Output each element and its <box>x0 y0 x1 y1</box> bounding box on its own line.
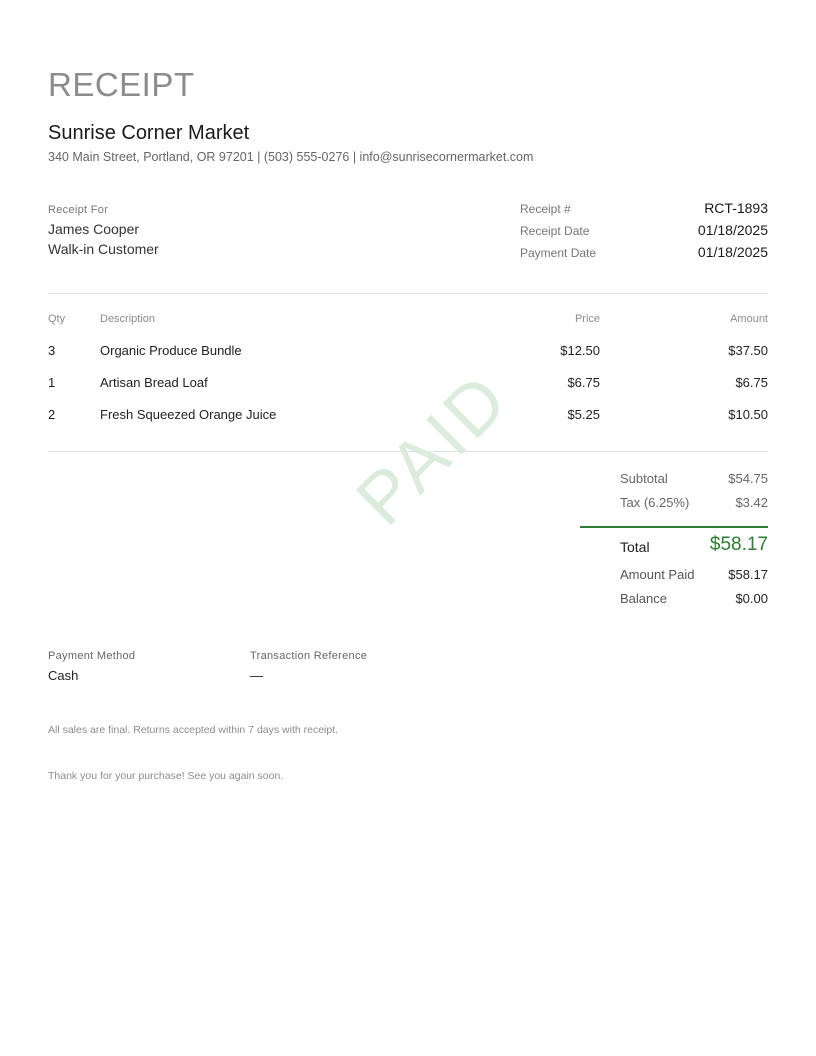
bill-to-label: Receipt For <box>48 204 109 216</box>
subtotal-row: Subtotal $54.75 <box>580 468 768 492</box>
meta-row-receipt-date: Receipt Date 01/18/2025 <box>520 222 768 244</box>
divider <box>48 293 768 294</box>
item-amount: $37.50 <box>728 343 768 358</box>
meta-row-payment-date: Payment Date 01/18/2025 <box>520 244 768 266</box>
header-price: Price <box>574 313 600 325</box>
transaction-reference-value: — <box>250 668 263 683</box>
item-amount: $10.50 <box>728 407 768 422</box>
total-label: Total <box>620 539 650 555</box>
item-qty: 2 <box>48 407 56 422</box>
meta-label: Receipt Date <box>520 224 590 238</box>
subtotal-value: $54.75 <box>728 471 768 486</box>
customer-name: James Cooper <box>48 221 140 237</box>
receipt-meta: Receipt # RCT-1893 Receipt Date 01/18/20… <box>520 200 768 266</box>
item-price: $5.25 <box>567 407 600 422</box>
item-description: Artisan Bread Loaf <box>100 375 208 390</box>
header-qty: Qty <box>48 313 66 325</box>
meta-value: RCT-1893 <box>704 200 768 216</box>
transaction-reference-label: Transaction Reference <box>250 650 368 662</box>
tax-row: Tax (6.25%) $3.42 <box>580 492 768 516</box>
meta-value: 01/18/2025 <box>697 222 768 238</box>
balance-value: $0.00 <box>735 591 768 606</box>
item-price: $6.75 <box>567 375 600 390</box>
table-row: 1 Artisan Bread Loaf $6.75 $6.75 <box>48 375 768 407</box>
amount-paid-label: Amount Paid <box>620 567 695 582</box>
thank-you-note: Thank you for your purchase! See you aga… <box>48 770 284 782</box>
item-qty: 3 <box>48 343 56 358</box>
amount-paid-row: Amount Paid $58.17 <box>580 564 768 588</box>
tax-label: Tax (6.25%) <box>620 495 690 510</box>
item-description: Organic Produce Bundle <box>100 343 242 358</box>
item-amount: $6.75 <box>735 375 768 390</box>
payment-method-label: Payment Method <box>48 650 136 662</box>
customer-type: Walk-in Customer <box>48 241 159 257</box>
meta-row-receipt-number: Receipt # RCT-1893 <box>520 200 768 222</box>
balance-row: Balance $0.00 <box>580 588 768 612</box>
item-description: Fresh Squeezed Orange Juice <box>100 407 277 422</box>
balance-label: Balance <box>620 591 667 606</box>
meta-label: Payment Date <box>520 246 597 260</box>
item-qty: 1 <box>48 375 56 390</box>
company-name: Sunrise Corner Market <box>48 122 250 144</box>
header-amount: Amount <box>730 313 768 325</box>
meta-value: 01/18/2025 <box>697 244 768 260</box>
meta-label: Receipt # <box>520 202 571 216</box>
header-description: Description <box>100 313 156 325</box>
divider <box>48 451 768 452</box>
document-title: RECEIPT <box>48 66 195 103</box>
items-table-header: Qty Description Price Amount <box>48 313 768 329</box>
total-value: $58.17 <box>709 534 768 555</box>
totals-block: Subtotal $54.75 Tax (6.25%) $3.42 <box>580 468 768 516</box>
amount-paid-value: $58.17 <box>728 567 768 582</box>
tax-value: $3.42 <box>735 495 768 510</box>
company-contact: 340 Main Street, Portland, OR 97201 | (5… <box>48 150 534 164</box>
payment-method-value: Cash <box>48 668 79 683</box>
returns-note: All sales are final. Returns accepted wi… <box>48 724 339 736</box>
grand-total-row: Total $58.17 <box>580 534 768 560</box>
payment-summary: Amount Paid $58.17 Balance $0.00 <box>580 564 768 612</box>
table-row: 3 Organic Produce Bundle $12.50 $37.50 <box>48 343 768 375</box>
subtotal-label: Subtotal <box>620 471 668 486</box>
total-divider <box>580 526 768 528</box>
item-price: $12.50 <box>560 343 600 358</box>
receipt-page: RECEIPT Sunrise Corner Market 340 Main S… <box>48 0 768 1056</box>
